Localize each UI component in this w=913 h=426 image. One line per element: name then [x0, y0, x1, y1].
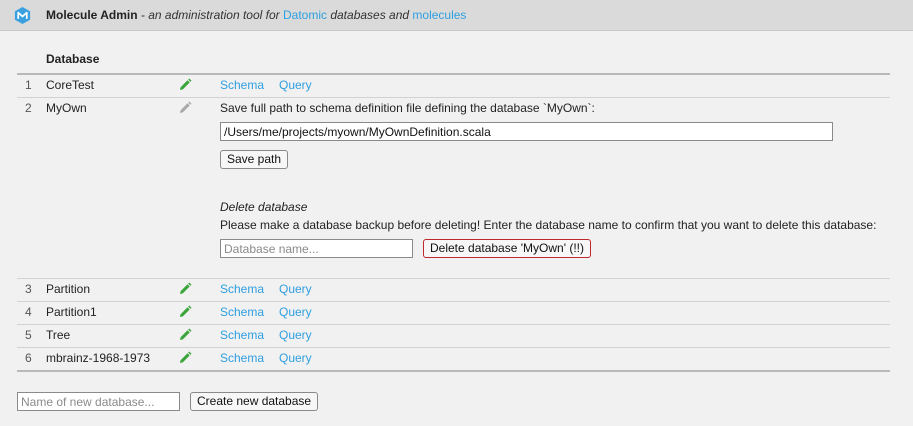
- schema-link[interactable]: Schema: [220, 328, 264, 342]
- query-link[interactable]: Query: [279, 78, 312, 92]
- pencil-icon[interactable]: [178, 78, 192, 92]
- delete-warning-text: Please make a database backup before del…: [220, 218, 877, 232]
- query-link[interactable]: Query: [279, 282, 312, 296]
- schema-link[interactable]: Schema: [220, 305, 264, 319]
- row-number: 3: [25, 282, 32, 296]
- database-column-header: Database: [46, 52, 100, 66]
- delete-database-button[interactable]: Delete database 'MyOwn' (!!): [423, 239, 591, 258]
- top-bar: Molecule Admin - an administration tool …: [0, 0, 913, 31]
- table-row: 6 mbrainz-1968-1973 Schema Query: [17, 348, 890, 370]
- schema-path-input[interactable]: [220, 122, 833, 141]
- schema-link[interactable]: Schema: [220, 78, 264, 92]
- tagline-prefix: - an administration tool for: [137, 8, 283, 22]
- save-path-button[interactable]: Save path: [220, 150, 289, 169]
- pencil-icon[interactable]: [178, 305, 192, 319]
- delete-database-title: Delete database: [220, 200, 308, 214]
- create-database-button[interactable]: Create new database: [190, 392, 319, 411]
- row-number: 6: [25, 351, 32, 365]
- query-link[interactable]: Query: [279, 328, 312, 342]
- pencil-icon[interactable]: [178, 101, 192, 115]
- row-number: 1: [25, 78, 32, 92]
- database-name: Partition: [46, 282, 91, 296]
- query-link[interactable]: Query: [279, 305, 312, 319]
- app-name: Molecule Admin: [46, 8, 138, 22]
- new-database-input[interactable]: [17, 392, 180, 411]
- pencil-icon[interactable]: [178, 282, 192, 296]
- molecules-link[interactable]: molecules: [412, 8, 466, 22]
- pencil-icon[interactable]: [178, 351, 192, 365]
- table-row: 1 CoreTest Schema Query: [17, 75, 890, 98]
- tagline-middle: databases and: [327, 8, 413, 22]
- row-number: 5: [25, 328, 32, 342]
- database-name: CoreTest: [46, 78, 95, 92]
- table-bottom-border: [17, 370, 890, 372]
- molecule-logo-icon: [14, 6, 31, 25]
- table-row: 5 Tree Schema Query: [17, 325, 890, 348]
- row-number: 4: [25, 305, 32, 319]
- delete-confirm-input[interactable]: [220, 239, 413, 258]
- query-link[interactable]: Query: [279, 351, 312, 365]
- main-content: Database 1 CoreTest Schema Query 2 MyOwn…: [0, 31, 913, 426]
- table-row-expanded: 2 MyOwn Save full path to schema definit…: [17, 98, 890, 279]
- database-name: MyOwn: [46, 101, 87, 115]
- schema-link[interactable]: Schema: [220, 282, 264, 296]
- table-row: 4 Partition1 Schema Query: [17, 302, 890, 325]
- datomic-link[interactable]: Datomic: [283, 8, 327, 22]
- schema-link[interactable]: Schema: [220, 351, 264, 365]
- database-name: Tree: [46, 328, 71, 342]
- pencil-icon[interactable]: [178, 328, 192, 342]
- table-row: 3 Partition Schema Query: [17, 279, 890, 302]
- database-name: mbrainz-1968-1973: [46, 351, 151, 365]
- app-title: Molecule Admin - an administration tool …: [46, 8, 466, 22]
- database-name: Partition1: [46, 305, 97, 319]
- schema-path-prompt: Save full path to schema definition file…: [220, 101, 595, 115]
- row-number: 2: [25, 101, 32, 115]
